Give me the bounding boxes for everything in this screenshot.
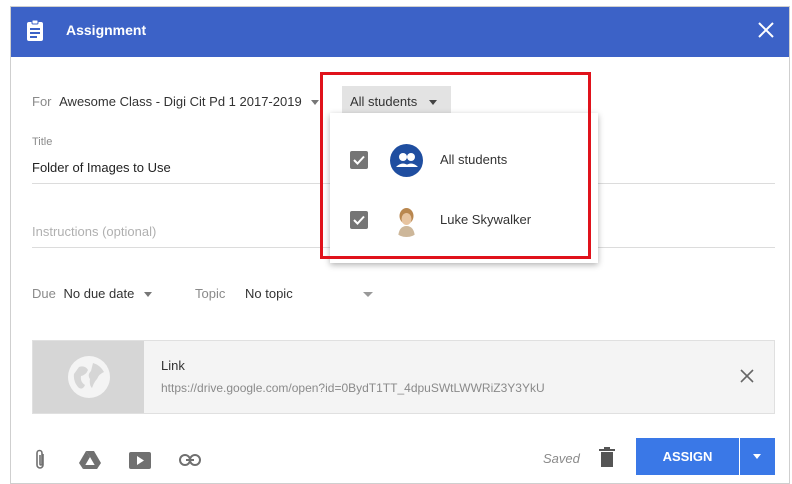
for-class-selector[interactable]: For Awesome Class - Digi Cit Pd 1 2017-2… (32, 94, 320, 109)
youtube-icon[interactable] (129, 452, 151, 469)
attachment-url[interactable]: https://drive.google.com/open?id=0BydT1T… (161, 381, 545, 395)
chevron-down-icon (753, 454, 761, 459)
due-value[interactable]: No due date (63, 286, 134, 301)
student-avatar (390, 204, 423, 237)
for-label: For (32, 94, 52, 109)
check-icon (353, 155, 365, 165)
instructions-input[interactable]: Instructions (optional) (32, 224, 156, 239)
chevron-down-icon[interactable] (311, 100, 320, 106)
attachment-thumbnail (33, 341, 144, 413)
trash-icon[interactable] (599, 447, 615, 467)
globe-icon (68, 356, 110, 398)
dialog-header: Assignment (11, 7, 789, 57)
class-name[interactable]: Awesome Class - Digi Cit Pd 1 2017-2019 (59, 94, 302, 109)
due-label: Due (32, 286, 56, 301)
students-dropdown-label: All students (350, 94, 418, 109)
title-input[interactable]: Folder of Images to Use (32, 160, 171, 175)
link-attachment[interactable]: Link https://drive.google.com/open?id=0B… (32, 340, 775, 414)
due-date-selector[interactable]: Due No due date (32, 286, 152, 301)
students-option-luke[interactable]: Luke Skywalker (330, 191, 598, 251)
checkbox-checked[interactable] (350, 151, 368, 169)
assignment-doc-icon (27, 20, 43, 41)
paperclip-icon[interactable] (33, 448, 47, 472)
topic-selector[interactable]: No topic (245, 286, 293, 301)
option-label: Luke Skywalker (440, 212, 532, 227)
group-icon (390, 144, 423, 177)
students-dropdown-menu: All students Luke Skywalker (330, 113, 598, 263)
chevron-down-icon[interactable] (363, 292, 373, 297)
drive-icon[interactable] (79, 451, 101, 469)
check-icon (353, 215, 365, 225)
dialog-title: Assignment (66, 22, 147, 38)
link-icon[interactable] (179, 453, 201, 467)
title-label: Title (32, 136, 53, 148)
attachment-title[interactable]: Link (161, 358, 185, 373)
saved-status: Saved (543, 451, 580, 466)
topic-label: Topic (195, 286, 226, 301)
close-icon[interactable] (753, 17, 779, 43)
students-option-all[interactable]: All students (330, 131, 598, 191)
chevron-down-icon[interactable] (143, 292, 152, 298)
assign-button[interactable]: ASSIGN (636, 438, 739, 475)
chevron-down-icon (428, 100, 437, 106)
remove-attachment-icon[interactable] (736, 365, 758, 387)
option-label: All students (440, 152, 508, 167)
assign-options-button[interactable] (740, 438, 775, 475)
checkbox-checked[interactable] (350, 211, 368, 229)
